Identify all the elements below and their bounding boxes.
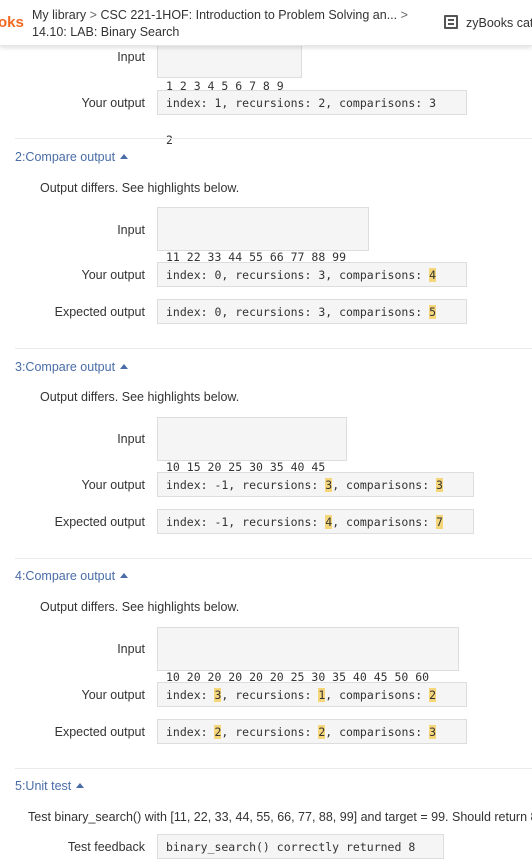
diff-message: Output differs. See highlights below. [40,600,240,614]
your-output-box: index: 0, recursions: 3, comparisons: 4 [157,262,467,287]
output-text: index: 0, recursions: 3, comparisons: [166,268,430,282]
your-output-label: Your output [81,96,145,110]
unit-test-description: Test binary_search() with [11, 22, 33, 4… [28,810,532,824]
your-output-box: index: 1, recursions: 2, comparisons: 3 [157,90,467,115]
input-box: 10 20 20 20 20 20 25 30 35 40 45 50 60 2… [157,627,459,738]
book-icon [444,15,458,29]
your-output-label: Your output [81,688,145,702]
zybooks-logo[interactable]: oks [0,14,24,31]
expected-output-box: index: 2, recursions: 2, comparisons: 3 [157,719,467,744]
divider [15,138,532,139]
input-label: Input [117,642,145,656]
section-toggle[interactable]: 3:Compare output [15,360,129,374]
caret-up-icon [120,364,129,369]
output-text: index: [166,725,215,739]
diff-highlight: 3 [436,478,443,492]
diff-message: Output differs. See highlights below. [40,390,240,404]
diff-highlight: 7 [436,515,443,529]
section-toggle[interactable]: 5:Unit test [15,779,85,793]
catalog-link[interactable]: zyBooks cat [444,15,532,30]
section-title: 2:Compare output [15,150,116,164]
caret-up-icon [120,154,129,159]
output-text: , comparisons: [325,688,430,702]
diff-highlight: 5 [429,305,437,319]
output-text: , comparisons: [325,725,430,739]
output-text: , recursions: [221,688,319,702]
input-label: Input [117,223,145,237]
output-text: index: 0, recursions: 3, comparisons: [166,305,430,319]
expected-output-label: Expected output [54,515,145,529]
breadcrumb-current-section[interactable]: 14.10: LAB: Binary Search [32,25,179,39]
divider [15,768,532,769]
section-toggle[interactable]: 4:Compare output [15,569,129,583]
breadcrumb: My library > CSC 221-1HOF: Introduction … [32,7,412,40]
diff-highlight: 3 [429,725,437,739]
input-box: 11 22 33 44 55 66 77 88 99 11 [157,207,369,318]
test-feedback-box: binary_search() correctly returned 8 [157,834,444,859]
output-text: index: [166,688,215,702]
page: Input 1 2 3 4 5 6 7 8 9 2 Your output in… [0,0,532,864]
diff-highlight: 2 [429,688,437,702]
input-label: Input [117,50,145,64]
diff-message: Output differs. See highlights below. [40,181,240,195]
divider [15,558,532,559]
expected-output-box: index: -1, recursions: 4, comparisons: 7 [157,509,474,534]
output-text: index: -1, recursions: [166,478,326,492]
output-text: , comparisons: [332,515,437,529]
your-output-label: Your output [81,268,145,282]
expected-output-label: Expected output [54,305,145,319]
breadcrumb-library-link[interactable]: My library [32,8,86,22]
test-feedback-label: Test feedback [67,840,145,854]
section-title: 4:Compare output [15,569,116,583]
catalog-label: zyBooks cat [466,16,532,30]
caret-up-icon [76,783,85,788]
input-label: Input [117,432,145,446]
input-line: 2 [166,133,173,147]
section-title: 3:Compare output [15,360,116,374]
output-text: , comparisons: [332,478,437,492]
top-bar: oks My library > CSC 221-1HOF: Introduct… [0,0,532,46]
section-toggle[interactable]: 2:Compare output [15,150,129,164]
breadcrumb-course-link[interactable]: CSC 221-1HOF: Introduction to Problem So… [100,8,397,22]
your-output-box: index: 3, recursions: 1, comparisons: 2 [157,682,467,707]
output-text: index: -1, recursions: [166,515,326,529]
input-box: 10 15 20 25 30 35 40 45 50 [157,417,347,528]
expected-output-label: Expected output [54,725,145,739]
expected-output-box: index: 0, recursions: 3, comparisons: 5 [157,299,467,324]
breadcrumb-separator: > [89,8,97,22]
breadcrumb-separator: > [400,8,408,22]
output-text: , recursions: [221,725,319,739]
section-title: 5:Unit test [15,779,72,793]
your-output-label: Your output [81,478,145,492]
diff-highlight: 4 [429,268,437,282]
divider [15,348,532,349]
your-output-box: index: -1, recursions: 3, comparisons: 3 [157,472,474,497]
caret-up-icon [120,573,129,578]
